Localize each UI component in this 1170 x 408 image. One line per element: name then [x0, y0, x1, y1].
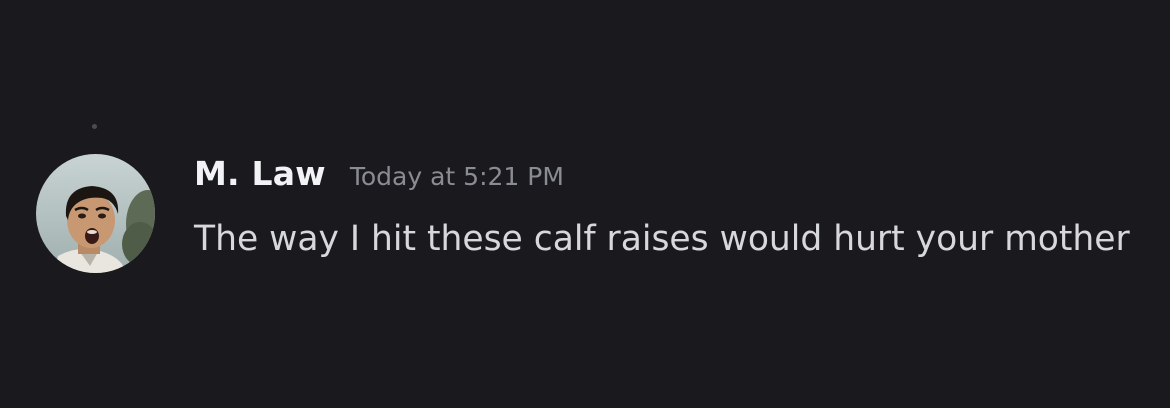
author-username[interactable]: M. Law	[194, 154, 326, 193]
message-timestamp: Today at 5:21 PM	[349, 162, 564, 191]
message-content: M. Law Today at 5:21 PM The way I hit th…	[194, 154, 1144, 269]
avatar-photo-icon	[36, 154, 155, 273]
message-body: The way I hit these calf raises would hu…	[194, 219, 1130, 259]
avatar[interactable]	[36, 154, 155, 273]
chat-view: M. Law Today at 5:21 PM The way I hit th…	[0, 0, 1170, 408]
message-header: M. Law Today at 5:21 PM	[194, 154, 1144, 204]
unread-indicator-dot	[92, 124, 97, 129]
